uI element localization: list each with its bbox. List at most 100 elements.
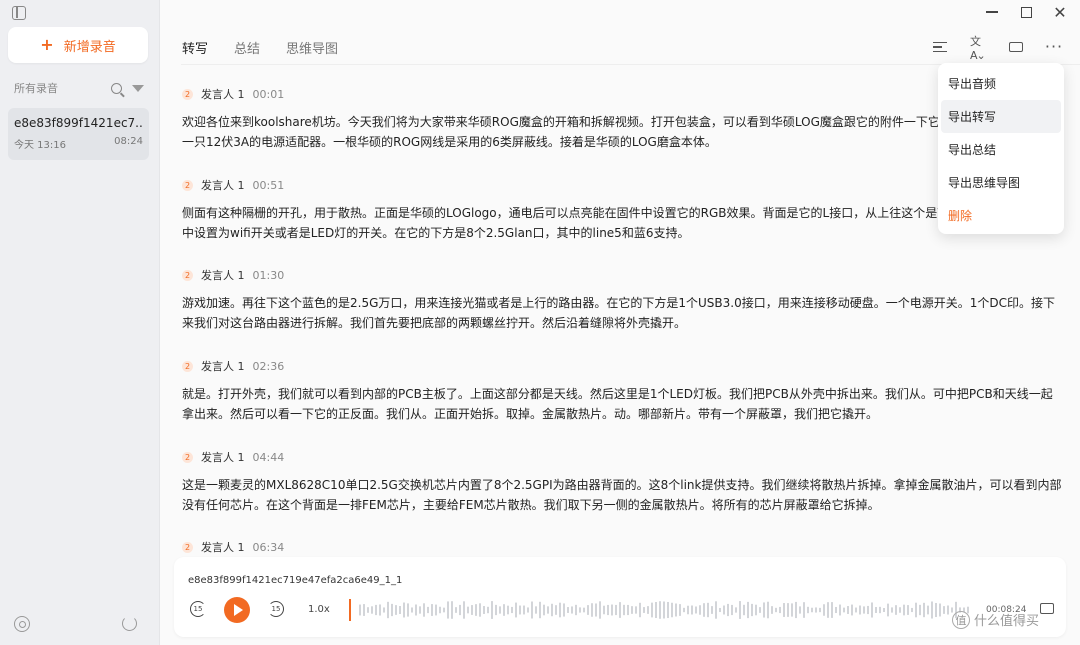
waveform-bar (883, 607, 885, 613)
waveform-bar (679, 604, 681, 616)
waveform-bar (587, 605, 589, 615)
speaker-name[interactable]: 发言人 1 (201, 358, 245, 374)
waveform-bar (527, 607, 529, 613)
menu-export-mindmap[interactable]: 导出思维导图 (941, 166, 1061, 199)
translate-icon[interactable]: 文A⌄ (970, 35, 986, 62)
waveform-bar (899, 607, 901, 613)
skip-forward-icon[interactable]: 15 (268, 601, 284, 617)
waveform-bar (619, 602, 621, 618)
menu-delete[interactable]: 删除 (941, 199, 1061, 232)
waveform-bar (731, 604, 733, 616)
waveform-bar (875, 607, 877, 613)
segment-text[interactable]: 就是。打开外壳，我们就可以看到内部的PCB主板了。上面这部分都是天线。然后这里是… (182, 384, 1062, 424)
segment-time[interactable]: 01:30 (253, 269, 285, 282)
waveform-bar (711, 606, 713, 614)
close-icon[interactable]: ✕ (1052, 3, 1068, 22)
menu-export-audio[interactable]: 导出音频 (941, 67, 1061, 100)
recording-list-item[interactable]: e8e83f899f1421ec7... 今天 13:16 08:24 (8, 108, 149, 160)
tab-summary[interactable]: 总结 (234, 38, 260, 61)
audio-player: e8e83f899f1421ec719e47efa2ca6e49_1_1 15 … (174, 557, 1066, 637)
segment-time[interactable]: 04:44 (253, 451, 285, 464)
folder-icon[interactable] (1040, 603, 1054, 614)
waveform-bar (815, 607, 817, 613)
tab-mindmap[interactable]: 思维导图 (286, 38, 338, 61)
waveform-bar (483, 606, 485, 614)
playhead[interactable] (349, 599, 351, 621)
waveform-bar (591, 603, 593, 617)
waveform-bar (491, 601, 493, 619)
segment-time[interactable]: 00:01 (253, 88, 285, 101)
transcript-view-icon[interactable] (932, 40, 948, 54)
transcript-segment: 2 发言人 1 06:34 (182, 539, 284, 555)
play-button[interactable] (224, 597, 250, 623)
speaker-name[interactable]: 发言人 1 (201, 177, 245, 193)
recording-date: 今天 13:16 (14, 140, 66, 151)
speaker-name[interactable]: 发言人 1 (201, 86, 245, 102)
new-recording-button[interactable]: + 新增录音 (8, 27, 148, 63)
speaker-avatar: 2 (182, 88, 193, 100)
swap-icon[interactable] (1008, 40, 1024, 54)
waveform-bar (359, 604, 361, 616)
waveform-bar (607, 604, 609, 616)
main-panel: ✕ 转写 总结 思维导图 文A⌄ ··· 2 发言人 1 00:01 欢迎各位来… (160, 0, 1080, 645)
segment-text[interactable]: 游戏加速。再往下这个蓝色的是2.5G万口，用来连接光猫或者是上行的路由器。在它的… (182, 293, 1062, 333)
waveform-bar (639, 602, 641, 618)
segment-text[interactable]: 侧面有这种隔栅的开孔，用于散热。正面是华硕的LOGlogo，通电后可以点亮能在固… (182, 203, 1062, 243)
waveform-bar (743, 604, 745, 616)
menu-export-transcript[interactable]: 导出转写 (941, 100, 1061, 133)
waveform-bar (647, 606, 649, 614)
waveform-bar (487, 606, 489, 614)
waveform-bar (547, 606, 549, 614)
waveform-bar (539, 601, 541, 619)
segment-text[interactable]: 欢迎各位来到koolshare机坊。今天我们将为大家带来华硕ROG魔盒的开箱和拆… (182, 112, 1062, 152)
speaker-name[interactable]: 发言人 1 (201, 449, 245, 465)
waveform-bar (503, 604, 505, 616)
playback-speed[interactable]: 1.0x (308, 604, 330, 615)
menu-export-summary[interactable]: 导出总结 (941, 133, 1061, 166)
waveform-bar (439, 606, 441, 614)
minimize-icon[interactable] (984, 4, 1000, 20)
waveform-bar (759, 607, 761, 613)
waveform-bar (891, 607, 893, 613)
search-icon[interactable] (111, 82, 122, 94)
waveform-bar (583, 607, 585, 613)
waveform-bar (867, 605, 869, 615)
segment-time[interactable]: 02:36 (253, 360, 285, 373)
filter-icon[interactable] (132, 84, 144, 92)
recording-name: e8e83f899f1421ec7... (14, 116, 143, 130)
skip-back-icon[interactable]: 15 (190, 601, 206, 617)
transcript-segment: 2 发言人 1 02:36 就是。打开外壳，我们就可以看到内部的PCB主板了。上… (182, 358, 1062, 424)
segment-time[interactable]: 00:51 (253, 179, 285, 192)
tab-transcript[interactable]: 转写 (182, 38, 208, 61)
waveform-bar (671, 602, 673, 618)
plus-icon: + (40, 35, 54, 54)
waveform-bar (535, 606, 537, 614)
speaker-avatar: 2 (182, 179, 193, 191)
speaker-name[interactable]: 发言人 1 (201, 539, 245, 555)
waveform-bar (643, 607, 645, 613)
waveform-bar (463, 601, 465, 619)
waveform-bar (559, 602, 561, 618)
speaker-name[interactable]: 发言人 1 (201, 267, 245, 283)
waveform-bar (675, 603, 677, 617)
waveform-bar (479, 603, 481, 617)
segment-text[interactable]: 这是一颗麦灵的MXL8628C10单口2.5G交换机芯片内置了8个2.5GPI为… (182, 475, 1062, 515)
waveform-bar (943, 606, 945, 614)
settings-icon[interactable] (14, 616, 30, 632)
sync-icon[interactable] (122, 616, 137, 631)
waveform-bar (575, 604, 577, 616)
waveform-bar (803, 602, 805, 618)
waveform-scrubber[interactable] (349, 597, 969, 623)
maximize-icon[interactable] (1018, 4, 1034, 20)
waveform-bar (807, 606, 809, 614)
sidebar-toggle-icon[interactable] (12, 6, 26, 20)
waveform-bar (907, 605, 909, 615)
waveform-bar (375, 604, 377, 616)
segment-time[interactable]: 06:34 (253, 541, 285, 554)
waveform-bar (555, 605, 557, 615)
waveform-bar (543, 604, 545, 616)
more-icon[interactable]: ··· (1045, 39, 1062, 55)
waveform-bar (531, 601, 533, 619)
section-title: 所有录音 (14, 82, 58, 95)
waveform-bar (519, 605, 521, 615)
